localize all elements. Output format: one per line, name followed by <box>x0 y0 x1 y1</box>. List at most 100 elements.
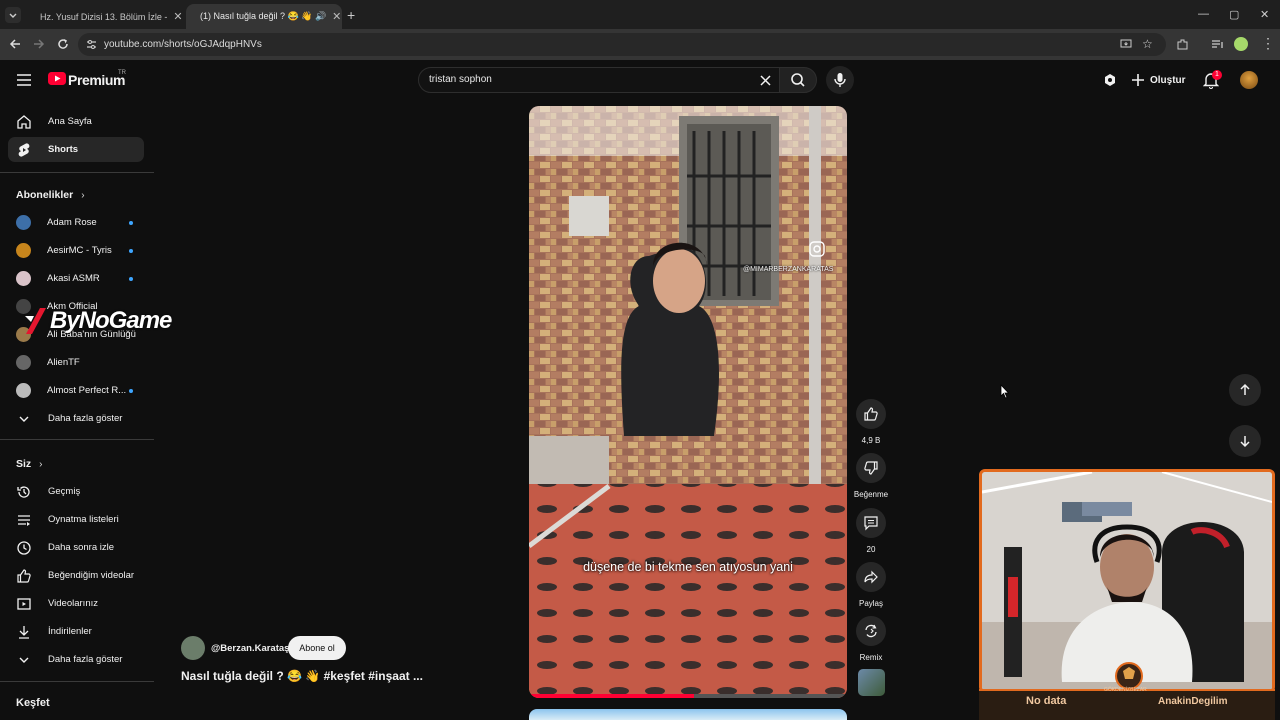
like-count: 4,9 B <box>861 436 881 445</box>
account-avatar[interactable] <box>1240 71 1258 89</box>
sidebar-item-subscription[interactable]: AlienTF <box>8 350 144 375</box>
arrow-up-icon <box>1240 383 1250 395</box>
sidebar-item-subscription[interactable]: Almost Perfect R... <box>8 378 144 403</box>
playlists-icon <box>16 512 32 528</box>
search-input[interactable]: tristan sophon <box>429 74 492 85</box>
sidebar-item-label: Videolarınız <box>48 598 98 609</box>
restore-icon[interactable]: ▢ <box>1229 8 1239 21</box>
create-label: Oluştur <box>1150 74 1186 86</box>
you-title: Siz <box>16 458 32 470</box>
dislike-button[interactable] <box>856 453 886 483</box>
premium-logo-text[interactable]: Premium <box>68 72 126 88</box>
webcam-info-bar: No data GÖKDENİZBEZAR AnakinDegilim <box>979 687 1275 720</box>
sidebar-item-label: Akasi ASMR <box>47 273 100 284</box>
subscriptions-header[interactable]: Abonelikler › <box>16 189 85 201</box>
forward-icon[interactable] <box>32 37 46 51</box>
media-controls-icon[interactable] <box>1211 38 1224 51</box>
reload-icon[interactable] <box>56 37 70 51</box>
back-icon[interactable] <box>8 37 22 51</box>
bookmark-star-icon[interactable]: ☆ <box>1142 37 1153 51</box>
chevron-right-icon: › <box>81 189 85 201</box>
sidebar-item-your-videos[interactable]: Videolarınız <box>8 591 144 616</box>
comments-button[interactable] <box>856 508 886 538</box>
sidebar-item-home[interactable]: Ana Sayfa <box>8 109 144 134</box>
like-action[interactable]: 4,9 B <box>856 399 886 445</box>
share-icon <box>864 570 878 584</box>
thumbs-down-icon <box>864 461 878 475</box>
subscriptions-title: Abonelikler <box>16 189 74 201</box>
remix-button[interactable] <box>856 616 886 646</box>
extensions-icon[interactable] <box>1176 38 1189 51</box>
sidebar-item-subscription[interactable]: Akasi ASMR <box>8 266 144 291</box>
dislike-action[interactable]: Beğenme <box>854 453 888 499</box>
sidebar-divider <box>0 172 154 173</box>
browser-tab-1[interactable]: Hz. Yusuf Dizisi 13. Bölüm İzle - ✕ <box>26 4 184 29</box>
sidebar-item-playlists[interactable]: Oynatma listeleri <box>8 507 144 532</box>
sidebar-show-more[interactable]: Daha fazla göster <box>8 406 144 431</box>
mouse-cursor-icon <box>1000 384 1010 399</box>
watermark-text: ByNoGame <box>50 307 172 334</box>
sidebar-item-shorts[interactable]: Shorts <box>8 137 144 162</box>
sidebar-item-liked-videos[interactable]: Beğendiğim videolar <box>8 563 144 588</box>
search-box[interactable]: tristan sophon <box>418 67 781 93</box>
create-button[interactable]: Oluştur <box>1131 71 1187 89</box>
tab-title: (1) Nasıl tuğla değil ? 😂 👋 🔊 <box>200 11 327 21</box>
comments-action[interactable]: 20 <box>856 508 886 554</box>
short-video-player[interactable]: @MIMARBERZANKARATAS düşene de bi tekme s… <box>529 106 847 698</box>
hamburger-menu-icon[interactable] <box>16 73 32 87</box>
explore-title[interactable]: Keşfet <box>16 697 50 709</box>
youtube-logo-icon[interactable] <box>48 72 66 85</box>
share-action[interactable]: Paylaş <box>856 562 886 608</box>
sound-thumbnail[interactable] <box>858 669 885 696</box>
sidebar-item-history[interactable]: Geçmiş <box>8 479 144 504</box>
microphone-icon <box>834 73 846 87</box>
profile-avatar-icon[interactable] <box>1234 37 1248 51</box>
site-info-icon[interactable] <box>86 39 97 50</box>
sidebar-item-label: Oynatma listeleri <box>48 514 119 525</box>
sidebar-item-downloads[interactable]: İndirilenler <box>8 619 144 644</box>
sidebar-item-watch-later[interactable]: Daha sonra izle <box>8 535 144 560</box>
avatar <box>16 215 31 230</box>
voice-search-button[interactable] <box>826 66 854 94</box>
dislike-label: Beğenme <box>853 490 889 499</box>
sidebar-show-more-you[interactable]: Daha fazla göster <box>8 647 144 672</box>
you-header[interactable]: Siz › <box>16 458 43 470</box>
browser-menu-icon[interactable]: ⋮ <box>1261 35 1275 52</box>
webcam-overlay <box>979 469 1275 693</box>
tab-search-button[interactable] <box>5 7 21 23</box>
url-text: youtube.com/shorts/oGJAdqpHNVs <box>104 39 262 50</box>
browser-tab-2[interactable]: (1) Nasıl tuğla değil ? 😂 👋 🔊 ✕ <box>186 4 342 29</box>
close-tab-icon[interactable]: ✕ <box>173 10 182 23</box>
channel-name[interactable]: @Berzan.Karataş <box>211 643 289 654</box>
sidebar-item-label: AlienTF <box>47 357 80 368</box>
video-caption: düşene de bi tekme sen atıyosun yani <box>583 560 793 574</box>
channel-avatar[interactable] <box>181 636 205 660</box>
thumbs-up-icon <box>864 407 878 421</box>
comment-icon <box>864 516 878 531</box>
clear-search-icon[interactable] <box>760 75 771 86</box>
gaming-controller-icon[interactable] <box>1102 72 1118 88</box>
close-tab-icon[interactable]: ✕ <box>332 10 341 23</box>
install-app-icon[interactable] <box>1120 38 1132 50</box>
next-short-button[interactable] <box>1229 425 1261 457</box>
sidebar-item-subscription[interactable]: Adam Rose <box>8 210 144 235</box>
notification-badge: 1 <box>1212 70 1222 80</box>
window-close-icon[interactable]: ✕ <box>1260 8 1269 21</box>
webcam-right-label: AnakinDegilim <box>1158 696 1228 707</box>
previous-short-button[interactable] <box>1229 374 1261 406</box>
next-short-preview[interactable] <box>529 709 847 720</box>
sidebar-item-subscription[interactable]: AesirMC - Tyris <box>8 238 144 263</box>
remix-action[interactable]: Remix <box>856 616 886 662</box>
search-button[interactable] <box>779 67 817 93</box>
webcam-feed <box>982 472 1272 690</box>
minimize-icon[interactable]: — <box>1198 8 1209 20</box>
subscribe-button[interactable]: Abone ol <box>288 636 346 660</box>
address-bar[interactable]: youtube.com/shorts/oGJAdqpHNVs ☆ <box>78 33 1166 56</box>
avatar <box>16 243 31 258</box>
short-title[interactable]: Nasıl tuğla değil ? 😂 👋 #keşfet #inşaat … <box>181 669 423 683</box>
new-tab-icon[interactable]: + <box>347 7 355 23</box>
share-button[interactable] <box>856 562 886 592</box>
like-button[interactable] <box>856 399 886 429</box>
sidebar-item-label: Daha fazla göster <box>48 413 123 424</box>
new-content-dot <box>129 248 133 253</box>
